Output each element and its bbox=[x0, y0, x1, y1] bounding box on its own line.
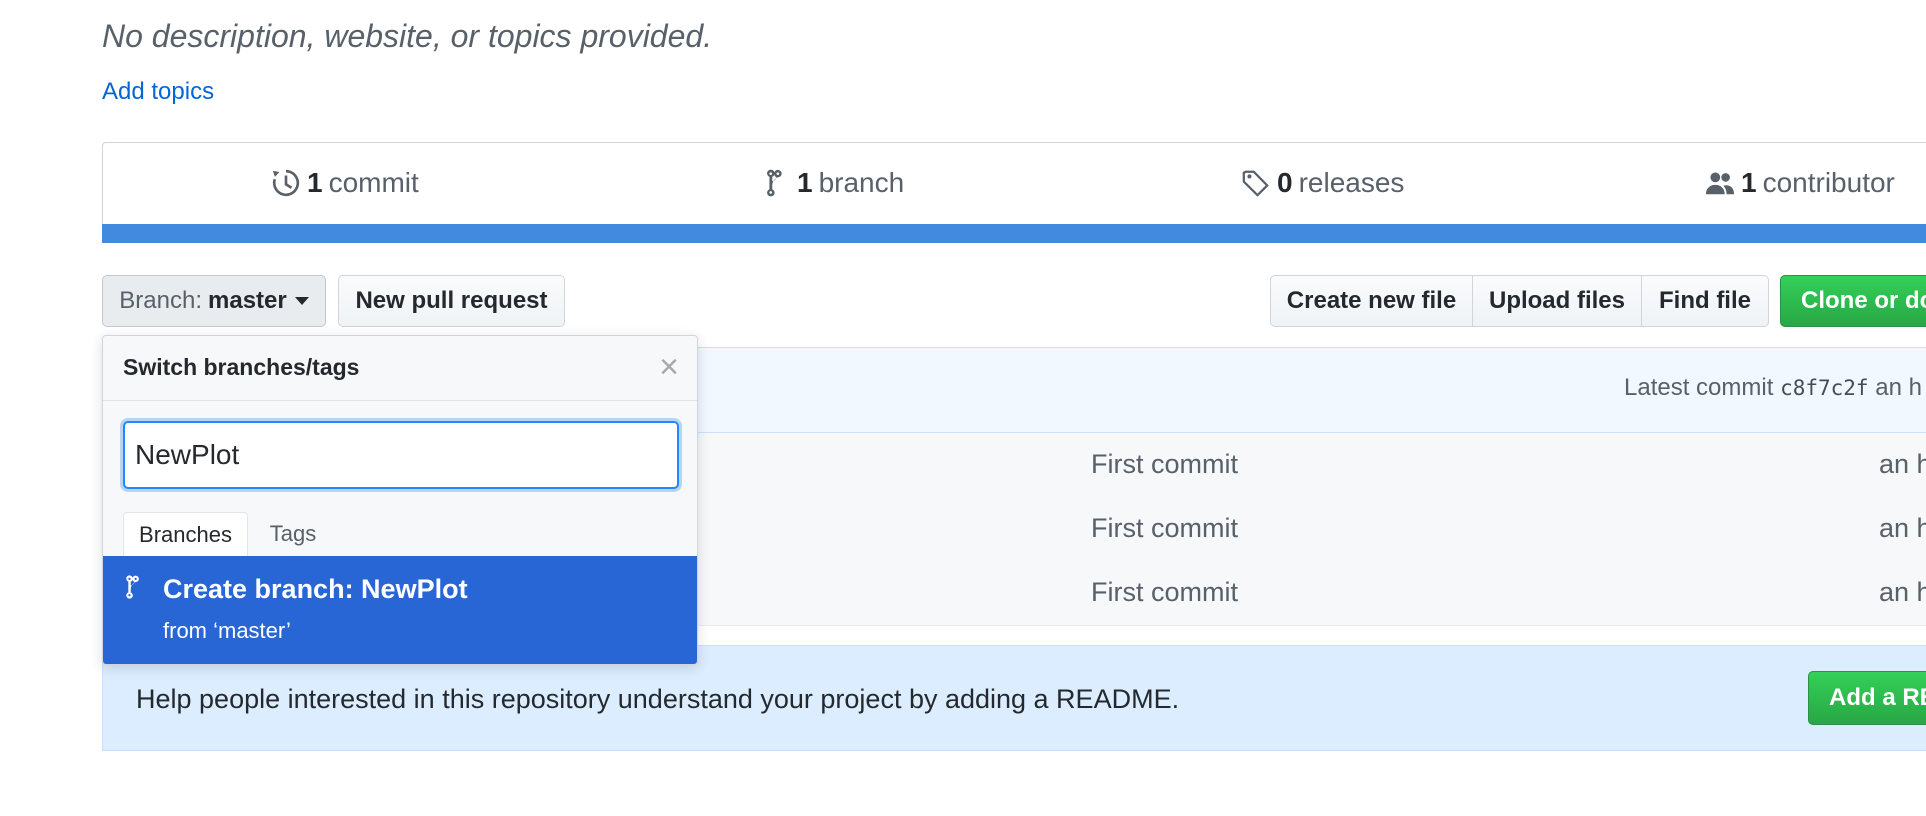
commit-message-link[interactable]: First commit bbox=[1091, 449, 1238, 480]
branches-link[interactable]: 1 branch bbox=[761, 167, 904, 199]
latest-commit-time: an h bbox=[1875, 374, 1922, 401]
add-topics-link[interactable]: Add topics bbox=[102, 78, 214, 106]
language-bar[interactable] bbox=[102, 224, 1926, 243]
branch-filter-input[interactable] bbox=[123, 421, 679, 489]
numbers-summary: 1 commit 1 branch 0 releases 1 contribut… bbox=[102, 142, 1926, 243]
contributors-count: 1 bbox=[1741, 167, 1757, 198]
clone-or-download-button[interactable]: Clone or do bbox=[1780, 275, 1926, 327]
releases-link[interactable]: 0 releases bbox=[1241, 167, 1404, 199]
branches-label: branch bbox=[818, 167, 905, 198]
branch-prefix: Branch: bbox=[119, 287, 202, 314]
caret-down-icon bbox=[294, 297, 309, 305]
commit-age: an h bbox=[1879, 449, 1926, 479]
file-actions-group: Create new file Upload files Find file bbox=[1270, 275, 1769, 327]
dropdown-header: Switch branches/tags × bbox=[103, 336, 697, 401]
git-branch-icon bbox=[767, 169, 782, 197]
repo-description: No description, website, or topics provi… bbox=[102, 18, 713, 54]
commit-age: an h bbox=[1879, 513, 1926, 543]
tag-icon bbox=[1242, 170, 1269, 197]
commit-age: an h bbox=[1879, 577, 1926, 607]
commits-link[interactable]: 1 commit bbox=[271, 167, 419, 199]
dropdown-title: Switch branches/tags bbox=[123, 354, 360, 380]
commit-message-link[interactable]: First commit bbox=[1091, 513, 1238, 544]
add-readme-button[interactable]: Add a RE bbox=[1808, 671, 1926, 725]
commits-count: 1 bbox=[307, 167, 323, 198]
contributors-link[interactable]: 1 contributor bbox=[1705, 167, 1895, 199]
close-icon[interactable]: × bbox=[659, 348, 679, 386]
history-icon bbox=[272, 169, 300, 197]
git-branch-icon bbox=[126, 575, 139, 599]
create-new-file-button[interactable]: Create new file bbox=[1270, 275, 1473, 327]
readme-prompt-text: Help people interested in this repositor… bbox=[136, 684, 1180, 714]
branch-select-button[interactable]: Branch: master bbox=[102, 275, 326, 327]
branches-count: 1 bbox=[797, 167, 813, 198]
releases-label: releases bbox=[1298, 167, 1405, 198]
commit-sha-link[interactable]: c8f7c2f bbox=[1780, 376, 1869, 400]
find-file-button[interactable]: Find file bbox=[1641, 275, 1769, 327]
branch-dropdown: Switch branches/tags × Branches Tags Cre… bbox=[102, 335, 698, 665]
new-pull-request-button[interactable]: New pull request bbox=[338, 275, 565, 327]
create-branch-source: from ‘master’ bbox=[163, 618, 291, 643]
branch-name: master bbox=[208, 287, 287, 314]
create-branch-item[interactable]: Create branch: NewPlot from ‘master’ bbox=[103, 556, 697, 664]
releases-count: 0 bbox=[1277, 167, 1293, 198]
commit-message-link[interactable]: First commit bbox=[1091, 577, 1238, 608]
contributors-label: contributor bbox=[1762, 167, 1895, 198]
tab-tags[interactable]: Tags bbox=[253, 512, 333, 556]
latest-commit-info: Latest commit c8f7c2f an h bbox=[1624, 374, 1926, 402]
people-icon bbox=[1705, 172, 1735, 195]
tab-branches[interactable]: Branches bbox=[123, 512, 248, 556]
upload-files-button[interactable]: Upload files bbox=[1472, 275, 1642, 327]
latest-commit-label: Latest commit bbox=[1624, 374, 1774, 401]
commits-label: commit bbox=[328, 167, 419, 198]
create-branch-label: Create branch: NewPlot bbox=[163, 574, 468, 604]
